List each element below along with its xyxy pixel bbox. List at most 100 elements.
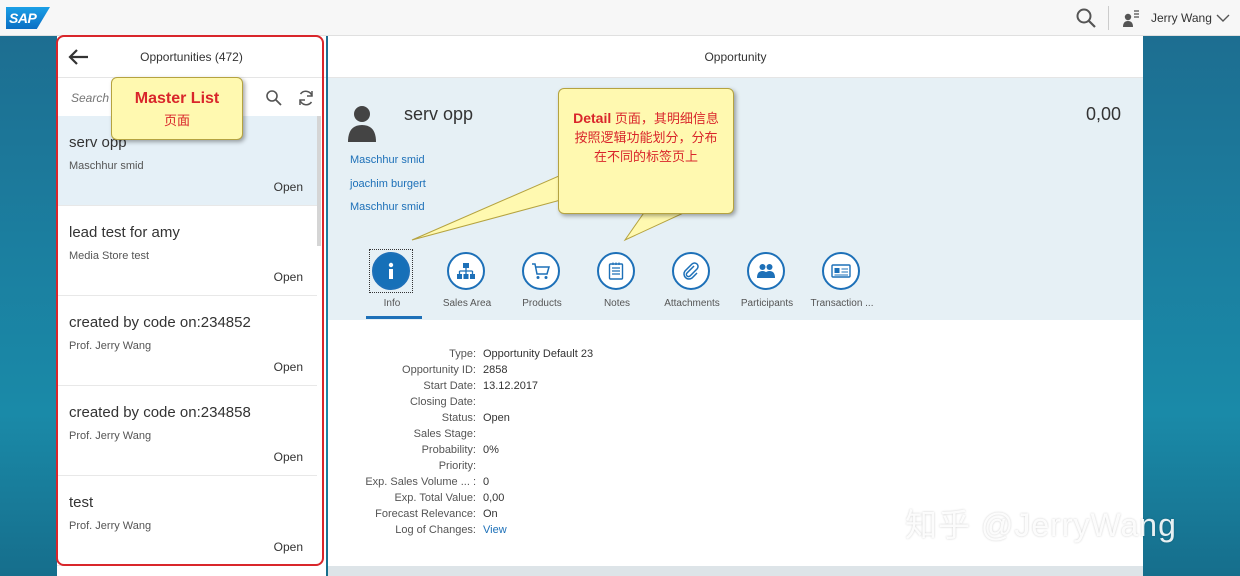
form-label: Opportunity ID: bbox=[402, 364, 476, 376]
object-header: serv opp 0,00 Maschhur smid joachim burg… bbox=[328, 78, 1143, 320]
sap-logo[interactable]: SAP bbox=[6, 7, 50, 29]
chevron-down-icon[interactable] bbox=[1216, 11, 1230, 25]
detail-footer bbox=[328, 566, 1143, 576]
search-icon[interactable] bbox=[265, 89, 283, 107]
form-row-closing-date: Closing Date: bbox=[328, 396, 828, 412]
list-item-subtitle: Prof. Jerry Wang bbox=[69, 520, 152, 532]
icon-tab-bar: Info Sales Area Products Notes Attachmen… bbox=[358, 248, 918, 320]
tab-label: Notes bbox=[603, 298, 631, 309]
list-item-subtitle: Prof. Jerry Wang bbox=[69, 340, 152, 352]
watermark: 知乎 @JerryWang bbox=[905, 507, 1177, 543]
form-value: On bbox=[483, 508, 498, 520]
detail-title: Opportunity bbox=[704, 50, 767, 64]
form-value: 13.12.2017 bbox=[483, 380, 539, 392]
tab-sales-area[interactable]: Sales Area bbox=[433, 248, 503, 320]
form-label: Priority: bbox=[438, 460, 476, 472]
form-row-exp-sales-volume: Exp. Sales Volume ... : 0 bbox=[328, 476, 828, 492]
user-name[interactable]: Jerry Wang bbox=[1151, 11, 1212, 25]
list-item[interactable]: created by code on:234858 Prof. Jerry Wa… bbox=[57, 386, 317, 476]
user-icon[interactable] bbox=[1122, 8, 1140, 28]
callout-subtitle: 页面 bbox=[163, 113, 190, 128]
search-icon[interactable] bbox=[1075, 7, 1097, 29]
object-number: 0,00 bbox=[1085, 104, 1121, 124]
list-item[interactable]: created by code on:234852 Prof. Jerry Wa… bbox=[57, 296, 317, 386]
tab-notes[interactable]: Notes bbox=[583, 248, 653, 320]
list-item-status: Open bbox=[273, 270, 303, 284]
detail-header: Opportunity bbox=[328, 36, 1143, 78]
form-row-priority: Priority: bbox=[328, 460, 828, 476]
detail-callout: Detail 页面，其明细信息按照逻辑功能划分，分布在不同的标签页上 bbox=[558, 88, 734, 214]
form-row-probability: Probability: 0% bbox=[328, 444, 828, 460]
group-icon bbox=[747, 252, 785, 290]
master-header: Opportunities (472) bbox=[57, 36, 326, 78]
form-row-log-of-changes: Log of Changes: View bbox=[328, 524, 828, 540]
id-card-icon bbox=[822, 252, 860, 290]
form-row-forecast-relevance: Forecast Relevance: On bbox=[328, 508, 828, 524]
list-item-status: Open bbox=[273, 360, 303, 374]
form-value: 2858 bbox=[483, 364, 508, 376]
form-value: Open bbox=[483, 412, 510, 424]
list-item[interactable]: lead test for amy Media Store test Open bbox=[57, 206, 317, 296]
detail-pane: Opportunity serv opp 0,00 Maschhur smid … bbox=[328, 36, 1143, 576]
tab-label: Attachments bbox=[664, 298, 720, 309]
list-scrollbar[interactable] bbox=[317, 116, 321, 246]
form-row-sales-stage: Sales Stage: bbox=[328, 428, 828, 444]
form-label: Type: bbox=[449, 348, 476, 360]
shell-divider bbox=[1108, 6, 1109, 30]
opportunity-list: serv opp Maschhur smid Open lead test fo… bbox=[57, 116, 317, 566]
list-item-status: Open bbox=[273, 180, 303, 194]
tab-label: Transaction ... bbox=[810, 298, 874, 309]
form-label: Closing Date: bbox=[409, 396, 476, 408]
form-label: Status: bbox=[441, 412, 476, 424]
form-value: 0 bbox=[483, 476, 490, 488]
tab-label: Products bbox=[522, 298, 562, 309]
form-label: Sales Stage: bbox=[413, 428, 476, 440]
object-attribute-link[interactable]: joachim burgert bbox=[350, 178, 426, 190]
form-value: 0,00 bbox=[483, 492, 505, 504]
tab-transaction[interactable]: Transaction ... bbox=[808, 248, 878, 320]
list-item-subtitle: Media Store test bbox=[69, 250, 150, 262]
list-item[interactable]: test Prof. Jerry Wang Open bbox=[57, 476, 317, 566]
object-attribute-link[interactable]: Maschhur smid bbox=[350, 201, 425, 213]
view-log-link[interactable]: View bbox=[483, 524, 507, 536]
focus-ring bbox=[369, 249, 413, 293]
list-item-title: created by code on:234858 bbox=[69, 404, 251, 421]
callout-text: Detail 页面，其明细信息按照逻辑功能划分，分布在不同的标签页上 bbox=[571, 109, 721, 166]
tab-label: Sales Area bbox=[442, 298, 492, 309]
callout-bold: Detail bbox=[573, 110, 612, 126]
paperclip-icon bbox=[672, 252, 710, 290]
person-icon bbox=[348, 106, 376, 142]
form-row-opportunity-id: Opportunity ID: 2858 bbox=[328, 364, 828, 380]
tab-products[interactable]: Products bbox=[508, 248, 578, 320]
notes-icon bbox=[597, 252, 635, 290]
tab-label: Info bbox=[383, 298, 401, 309]
form-label: Exp. Total Value: bbox=[394, 492, 476, 504]
form-label: Start Date: bbox=[423, 380, 476, 392]
form-row-status: Status: Open bbox=[328, 412, 828, 428]
form-label: Forecast Relevance: bbox=[375, 508, 476, 520]
list-item-subtitle: Prof. Jerry Wang bbox=[69, 430, 152, 442]
list-item-status: Open bbox=[273, 540, 303, 554]
object-attribute-link[interactable]: Maschhur smid bbox=[350, 154, 425, 166]
cart-icon bbox=[522, 252, 560, 290]
form-row-type: Type: Opportunity Default 23 bbox=[328, 348, 828, 364]
tab-info[interactable]: Info bbox=[358, 248, 428, 320]
tab-attachments[interactable]: Attachments bbox=[658, 248, 728, 320]
form-value: 0% bbox=[483, 444, 499, 456]
master-list-callout: Master List 页面 bbox=[111, 77, 243, 140]
form-label: Probability: bbox=[421, 444, 476, 456]
shell-bar: SAP Jerry Wang bbox=[0, 0, 1240, 36]
tab-label: Participants bbox=[740, 298, 794, 309]
tab-participants[interactable]: Participants bbox=[733, 248, 803, 320]
callout-title: Master List bbox=[134, 90, 220, 107]
form-label: Log of Changes: bbox=[395, 524, 476, 536]
refresh-icon[interactable] bbox=[297, 89, 315, 107]
list-item-title: lead test for amy bbox=[69, 224, 180, 241]
list-item-title: created by code on:234852 bbox=[69, 314, 251, 331]
form-label: Exp. Sales Volume ... : bbox=[365, 476, 476, 488]
object-title: serv opp bbox=[404, 104, 474, 124]
master-title: Opportunities (472) bbox=[140, 50, 243, 64]
form-value: Opportunity Default 23 bbox=[483, 348, 594, 360]
list-item-status: Open bbox=[273, 450, 303, 464]
form-row-start-date: Start Date: 13.12.2017 bbox=[328, 380, 828, 396]
